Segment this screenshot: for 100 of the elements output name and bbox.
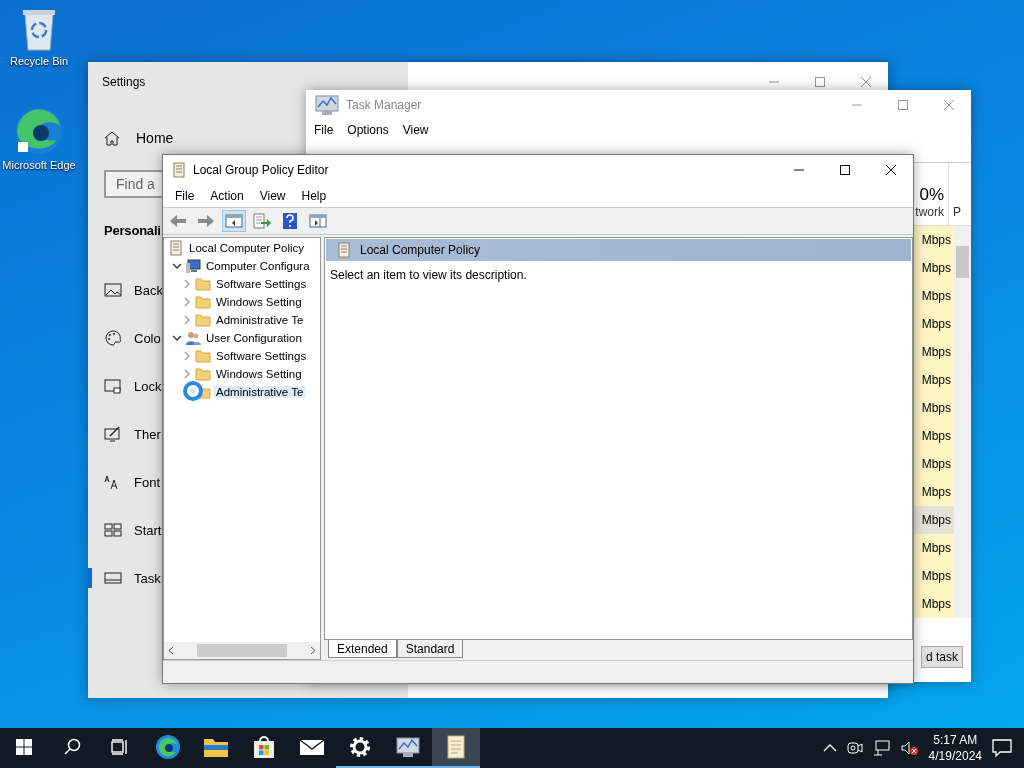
scrollbar[interactable]: [164, 642, 320, 659]
desktop-icon-label[interactable]: Microsoft Edge: [2, 159, 76, 173]
taskbar-app[interactable]: [432, 728, 480, 768]
edge-icon: [155, 734, 181, 760]
nav-item[interactable]: Back: [134, 282, 163, 298]
table-cell: Mbps: [914, 310, 954, 338]
end-task-button[interactable]: d task: [921, 646, 963, 668]
back-arrow-icon: [169, 213, 187, 229]
busy-cursor-icon: [182, 380, 204, 402]
envelope-icon: [299, 737, 325, 757]
table-cell: Mbps: [914, 254, 954, 282]
tree-item[interactable]: Local Computer Policy: [187, 242, 307, 254]
close-icon[interactable]: [885, 164, 897, 176]
chevron-down-icon[interactable]: [172, 333, 182, 343]
menu-item[interactable]: File: [167, 189, 203, 203]
folder-icon: [195, 366, 211, 382]
folder-icon: [195, 294, 211, 310]
tree-item[interactable]: Windows Setting: [214, 368, 304, 380]
scroll-icon: [168, 240, 184, 256]
section-heading: Personali: [104, 223, 161, 238]
window-title: Settings: [102, 75, 146, 89]
search-icon: [63, 738, 81, 756]
table-cell: Mbps: [914, 506, 954, 534]
table-cell: Mbps: [914, 226, 954, 254]
task-view-icon: [111, 739, 129, 755]
palette-icon: [104, 329, 122, 347]
column-header[interactable]: twork: [915, 205, 944, 219]
scroll-right-icon: [310, 646, 316, 655]
computer-icon: [185, 258, 201, 274]
tiles-icon: [104, 521, 122, 539]
folder-icon: [195, 312, 211, 328]
scroll-icon: [444, 734, 468, 760]
tree-pane-icon: [225, 213, 243, 229]
menu-item[interactable]: View: [251, 189, 294, 203]
tab[interactable]: Extended: [328, 640, 397, 658]
edge-icon: [14, 106, 64, 156]
table-cell: Mbps: [914, 478, 954, 506]
nav-item[interactable]: Start: [134, 522, 162, 538]
help-icon: [282, 212, 298, 230]
folder-icon: [203, 736, 229, 758]
tab[interactable]: Standard: [396, 640, 464, 658]
table-cell: Mbps: [914, 590, 954, 618]
description-text: Select an item to view its description.: [329, 267, 528, 284]
nav-item[interactable]: Font: [134, 474, 160, 490]
clock-time: 5:17 AM: [933, 731, 978, 748]
monitor-graph-icon: [314, 92, 340, 117]
tree-item[interactable]: Administrative Te: [214, 386, 306, 398]
folder-icon: [195, 276, 211, 292]
search-field[interactable]: Find a: [104, 170, 162, 198]
chevron-down-icon[interactable]: [172, 261, 182, 271]
menu-item[interactable]: Options: [347, 122, 389, 137]
tree-item[interactable]: Administrative Te: [214, 314, 306, 326]
menu-item[interactable]: File: [314, 122, 334, 137]
action-pane-icon: [309, 213, 327, 229]
tree-item[interactable]: Software Settings: [214, 278, 309, 290]
chevron-up-icon: [822, 743, 837, 753]
scroll-icon: [336, 242, 352, 258]
menu-item[interactable]: Help: [293, 189, 335, 203]
home-icon: [104, 130, 120, 146]
table-cell: Mbps: [914, 450, 954, 478]
windows-logo-icon: [16, 739, 32, 755]
nav-item[interactable]: Task: [134, 570, 161, 586]
table-cell: Mbps: [914, 534, 954, 562]
users-icon: [185, 330, 201, 346]
nav-item[interactable]: Lock: [134, 378, 162, 394]
desktop-icon-label[interactable]: Recycle Bin: [9, 55, 69, 69]
scrollbar[interactable]: [954, 226, 971, 618]
export-list-icon: [253, 213, 271, 229]
menu-item[interactable]: Action: [202, 189, 252, 203]
chevron-right-icon[interactable]: [182, 297, 192, 307]
chevron-right-icon[interactable]: [182, 351, 192, 361]
maximize-icon[interactable]: [839, 164, 851, 176]
notification-icon: [992, 739, 1012, 757]
picture-frame-icon: [104, 281, 122, 299]
menu-item[interactable]: View: [402, 122, 429, 137]
chevron-right-icon[interactable]: [182, 369, 192, 379]
tree-item[interactable]: Software Settings: [214, 350, 309, 362]
scroll-left-icon: [168, 646, 174, 655]
folder-icon: [195, 348, 211, 364]
toolbar-button[interactable]: [250, 210, 274, 232]
nav-link[interactable]: Home: [136, 130, 174, 146]
table-cell: Mbps: [914, 422, 954, 450]
nav-item[interactable]: Colo: [134, 330, 161, 346]
chevron-right-icon[interactable]: [182, 315, 192, 325]
monitor-graph-icon: [395, 735, 421, 759]
chevron-right-icon[interactable]: [182, 279, 192, 289]
clock[interactable]: 5:17 AM 4/19/2024: [928, 731, 982, 765]
toolbar-button[interactable]: [222, 210, 246, 232]
tree-item[interactable]: User Configuration: [204, 332, 304, 344]
nav-item[interactable]: Ther: [134, 426, 161, 442]
tree-item[interactable]: Windows Setting: [214, 296, 304, 308]
column-header[interactable]: P: [953, 205, 961, 219]
table-cell: Mbps: [914, 394, 954, 422]
table-cell: Mbps: [914, 366, 954, 394]
taskbar-icon: [104, 569, 122, 587]
clock-date: 4/19/2024: [928, 748, 982, 765]
tree-item[interactable]: Computer Configura: [204, 260, 312, 272]
network-icon: [872, 740, 891, 756]
scroll-icon: [171, 162, 187, 178]
window-title: Task Manager: [346, 97, 423, 112]
